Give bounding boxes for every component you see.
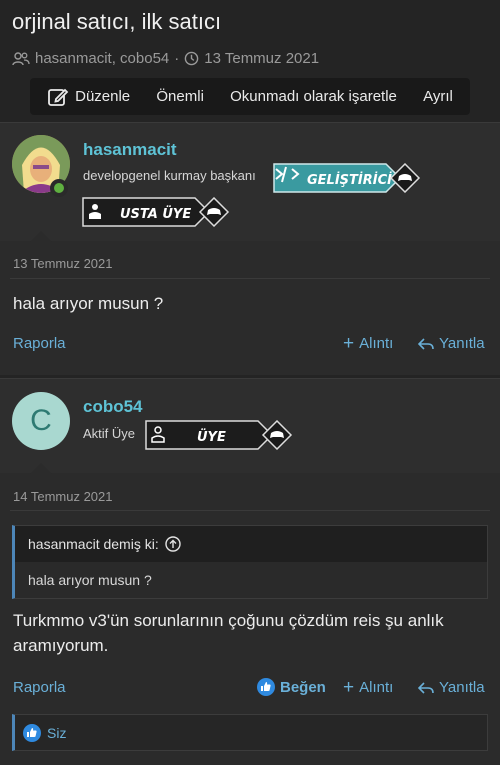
like-label: Beğen — [280, 678, 326, 696]
thread-meta: hasanmacit, cobo54 · 13 Temmuz 2021 — [12, 50, 488, 67]
post-body: hala arıyor musun ? — [13, 294, 164, 313]
like-button[interactable]: Beğen — [257, 678, 326, 696]
reply-icon — [418, 681, 434, 694]
post-divider — [10, 510, 490, 511]
avatar-letter: C — [30, 404, 52, 437]
reply-label: Yanıtla — [439, 679, 485, 696]
quote-block: hasanmacit demiş ki: hala arıyor musun ? — [12, 525, 488, 599]
developer-banner-text: GELİŞTİRİCİ — [307, 172, 392, 188]
report-button[interactable]: Raporla — [13, 335, 66, 352]
mark-unread-button[interactable]: Okunmadı olarak işaretle — [230, 88, 397, 105]
reply-button[interactable]: Yanıtla — [418, 679, 485, 696]
post-divider — [10, 278, 490, 279]
plus-icon: + — [343, 677, 355, 698]
post-username[interactable]: hasanmacit — [83, 140, 177, 160]
edit-button[interactable]: Düzenle — [47, 86, 130, 108]
post-pointer — [30, 463, 52, 474]
quote-author: hasanmacit demiş ki: — [28, 536, 159, 552]
post-2: C cobo54 Aktif Üye ÜYE 14 Temmuz 2021 ha… — [0, 378, 500, 765]
reactions-users[interactable]: Siz — [47, 725, 66, 741]
arrow-up-circle-icon — [165, 536, 181, 552]
quote-button[interactable]: + Alıntı — [343, 333, 394, 354]
post-pointer — [30, 231, 52, 242]
reactions-bar[interactable]: Siz — [12, 714, 488, 751]
member-banner-text: ÜYE — [197, 429, 226, 445]
thread-toolbar: Düzenle Önemli Okunmadı olarak işaretle … — [30, 78, 470, 115]
clock-icon — [184, 51, 199, 66]
developer-banner: GELİŞTİRİCİ — [273, 163, 421, 193]
thread-title: orjinal satıcı, ilk satıcı — [12, 9, 222, 34]
reply-label: Yanıtla — [439, 335, 485, 352]
plus-icon: + — [343, 333, 355, 354]
thread-participants[interactable]: hasanmacit, cobo54 — [35, 50, 169, 67]
quote-header[interactable]: hasanmacit demiş ki: — [15, 526, 487, 562]
quote-button[interactable]: + Alıntı — [343, 677, 394, 698]
edit-icon — [48, 88, 69, 106]
report-button[interactable]: Raporla — [13, 679, 66, 696]
thumbs-up-icon — [257, 678, 275, 696]
member-banner: ÜYE — [145, 420, 293, 450]
user-title: developgenel kurmay başkanı — [83, 168, 256, 183]
user-title: Aktif Üye — [83, 426, 136, 441]
online-status-icon — [50, 179, 68, 197]
meta-separator: · — [174, 50, 180, 67]
participants-icon — [12, 51, 30, 65]
quote-label: Alıntı — [359, 335, 394, 352]
member-banner-graphic: ÜYE — [145, 420, 293, 450]
reply-icon — [418, 337, 434, 350]
developer-banner-graphic: GELİŞTİRİCİ — [273, 163, 421, 193]
master-member-banner-graphic: USTA ÜYE — [82, 197, 230, 227]
reply-button[interactable]: Yanıtla — [418, 335, 485, 352]
master-member-banner-text: USTA ÜYE — [120, 206, 191, 222]
post-date[interactable]: 14 Temmuz 2021 — [13, 489, 113, 504]
avatar[interactable]: C — [12, 392, 70, 450]
quote-text: hala arıyor musun ? — [28, 572, 152, 588]
leave-button[interactable]: Ayrıl — [423, 88, 453, 105]
edit-label: Düzenle — [75, 88, 131, 105]
important-button[interactable]: Önemli — [156, 88, 204, 105]
quote-label: Alıntı — [359, 679, 394, 696]
thread-date: 13 Temmuz 2021 — [204, 50, 320, 67]
master-member-banner: USTA ÜYE — [82, 197, 230, 227]
post-date[interactable]: 13 Temmuz 2021 — [13, 256, 113, 271]
post-body: Turkmmo v3'ün sorunlarının çoğunu çözdüm… — [13, 611, 444, 655]
thumbs-up-icon — [23, 723, 41, 742]
post-1: hasanmacit developgenel kurmay başkanı G… — [0, 122, 500, 375]
post-username[interactable]: cobo54 — [83, 397, 143, 417]
